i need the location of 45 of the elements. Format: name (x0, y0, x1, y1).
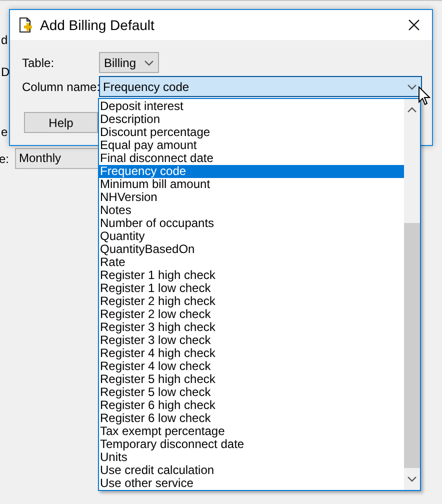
dropdown-option[interactable]: Use other service (99, 477, 404, 490)
dropdown-option[interactable]: Register 5 low check (99, 386, 404, 399)
dropdown-option[interactable]: Register 1 high check (99, 269, 404, 282)
label: d (1, 33, 8, 47)
scroll-down-icon (407, 476, 417, 482)
field-label: Table: (22, 54, 56, 72)
scrollbar[interactable] (404, 99, 420, 490)
dropdown-option[interactable]: Tax exempt percentage (99, 425, 404, 438)
close-icon (408, 19, 420, 31)
help-button[interactable]: Help (24, 112, 98, 133)
chevron-down-icon (144, 60, 154, 66)
dropdown-option[interactable]: Discount percentage (99, 126, 404, 139)
scrollbar-thumb[interactable] (404, 223, 420, 468)
dropdown-option[interactable]: Register 4 low check (99, 360, 404, 373)
dropdown-option[interactable]: Register 2 low check (99, 308, 404, 321)
dropdown-option[interactable]: Frequency code (99, 165, 404, 178)
dropdown-option[interactable]: Register 5 high check (99, 373, 404, 386)
column-dropdown[interactable]: Frequency code (99, 76, 422, 97)
dropdown-option[interactable]: Description (99, 113, 404, 126)
dropdown-option[interactable]: Register 6 high check (99, 399, 404, 412)
dropdown-option[interactable]: Quantity (99, 230, 404, 243)
dropdown-option[interactable]: Deposit interest (99, 100, 404, 113)
dropdown-option[interactable]: Register 3 high check (99, 321, 404, 334)
table-dropdown[interactable]: Billing (99, 52, 159, 73)
dropdown-option[interactable]: Notes (99, 204, 404, 217)
dropdown-option[interactable]: Register 2 high check (99, 295, 404, 308)
field-label: Column name: (22, 78, 99, 96)
chevron-down-icon (407, 84, 417, 90)
dropdown-option[interactable]: Register 4 high check (99, 347, 404, 360)
dropdown-option[interactable]: Minimum bill amount (99, 178, 404, 191)
label: e (1, 125, 8, 139)
dialog-title: Add Billing Default (40, 16, 154, 35)
label: D (1, 65, 10, 79)
dropdown-option[interactable]: Units (99, 451, 404, 464)
dropdown-option[interactable]: Use credit calculation (99, 464, 404, 477)
dropdown-option[interactable]: Rate (99, 256, 404, 269)
dropdown-option[interactable]: Number of occupants (99, 217, 404, 230)
document-add-icon (19, 17, 34, 33)
dropdown-option[interactable]: Register 6 low check (99, 412, 404, 425)
dropdown-option[interactable]: QuantityBasedOn (99, 243, 404, 256)
dropdown-option[interactable]: NHVersion (99, 191, 404, 204)
dropdown-option[interactable]: Temporary disconnect date (99, 438, 404, 451)
dropdown-option[interactable]: Register 3 low check (99, 334, 404, 347)
scroll-up-icon (407, 107, 417, 113)
dropdown-option[interactable]: Register 1 low check (99, 282, 404, 295)
